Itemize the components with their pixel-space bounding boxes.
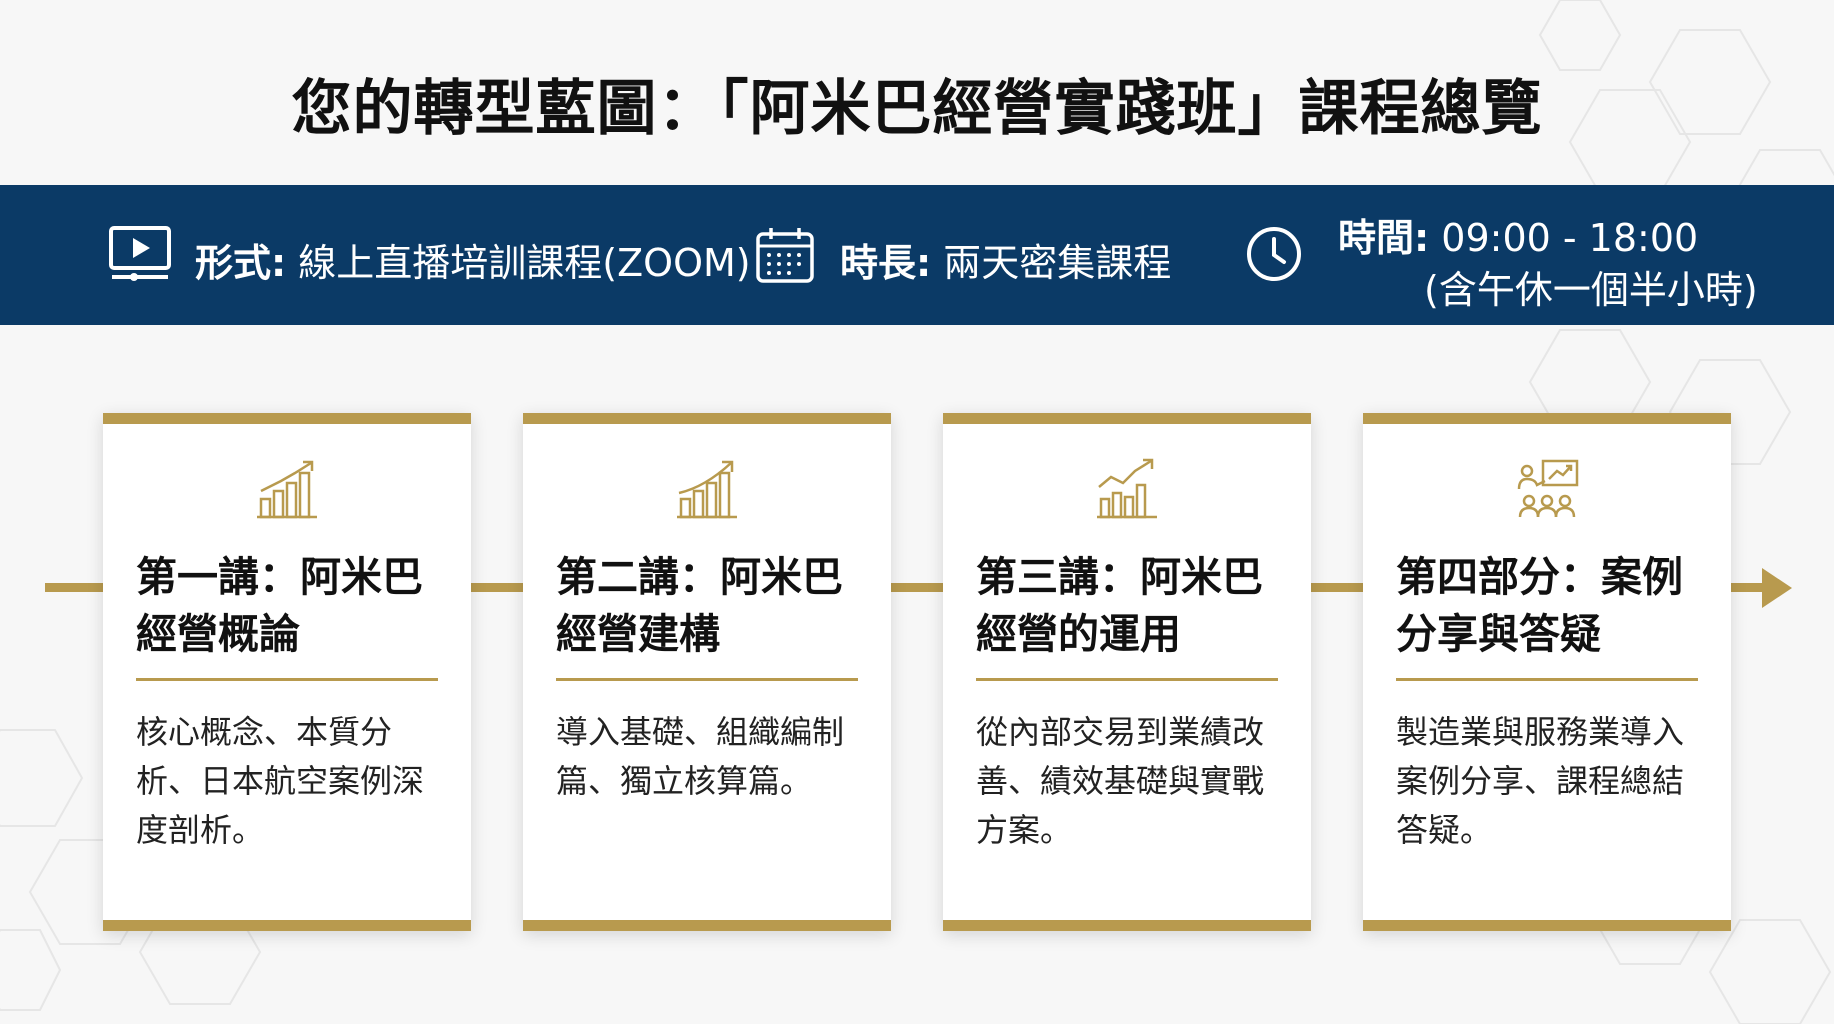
card-divider — [136, 678, 438, 681]
card-title: 第四部分：案例分享與答疑 — [1396, 553, 1683, 658]
line-chart-trend-icon — [1097, 458, 1157, 519]
duration-value: 兩天密集課程 — [943, 241, 1172, 285]
card-description: 從內部交易到業績改善、績效基礎與實戰方案。 — [976, 713, 1265, 849]
course-card-1: 第一講：阿米巴經營概論 核心概念、本質分析、日本航空案例深度剖析。 — [103, 413, 471, 931]
format-value: 線上直播培訓課程(ZOOM) — [298, 241, 751, 285]
course-card-2: 第二講：阿米巴經營建構 導入基礎、組織編制篇、獨立核算篇。 — [523, 413, 891, 931]
arrow-right-icon — [1762, 568, 1792, 608]
card-title: 第二講：阿米巴經營建構 — [556, 553, 843, 658]
card-description: 導入基礎、組織編制篇、獨立核算篇。 — [556, 713, 845, 800]
card-divider — [976, 678, 1278, 681]
card-title: 第三講：阿米巴經營的運用 — [976, 553, 1263, 658]
time-note: (含午休一個半小時) — [1424, 268, 1758, 312]
clock-icon — [1247, 227, 1301, 281]
card-title: 第一講：阿米巴經營概論 — [136, 553, 423, 658]
duration-label: 時長: — [840, 241, 932, 285]
card-divider — [556, 678, 858, 681]
bar-chart-growth-icon — [677, 460, 737, 519]
time-value: 09:00 - 18:00 — [1441, 216, 1699, 260]
card-description: 製造業與服務業導入案例分享、課程總結答疑。 — [1396, 713, 1685, 849]
page-title: 您的轉型藍圖：「阿米巴經營實踐班」課程總覽 — [291, 74, 1543, 144]
bar-chart-growth-icon — [257, 460, 317, 519]
course-card-4: 第四部分：案例分享與答疑 製造業與服務業導入案例分享、課程總結答疑。 — [1363, 413, 1731, 931]
course-card-3: 第三講：阿米巴經營的運用 從內部交易到業績改善、績效基礎與實戰方案。 — [943, 413, 1311, 931]
team-presentation-icon — [1517, 459, 1579, 518]
time-label: 時間: — [1338, 216, 1430, 260]
video-screen-icon — [109, 226, 171, 281]
format-label: 形式: — [195, 241, 287, 285]
card-description: 核心概念、本質分析、日本航空案例深度剖析。 — [136, 713, 425, 849]
calendar-icon — [756, 228, 814, 283]
card-divider — [1396, 678, 1698, 681]
course-info-banner: 形式: 線上直播培訓課程(ZOOM) 時長: 兩天密集課程 時間: 09:00 … — [0, 185, 1834, 325]
